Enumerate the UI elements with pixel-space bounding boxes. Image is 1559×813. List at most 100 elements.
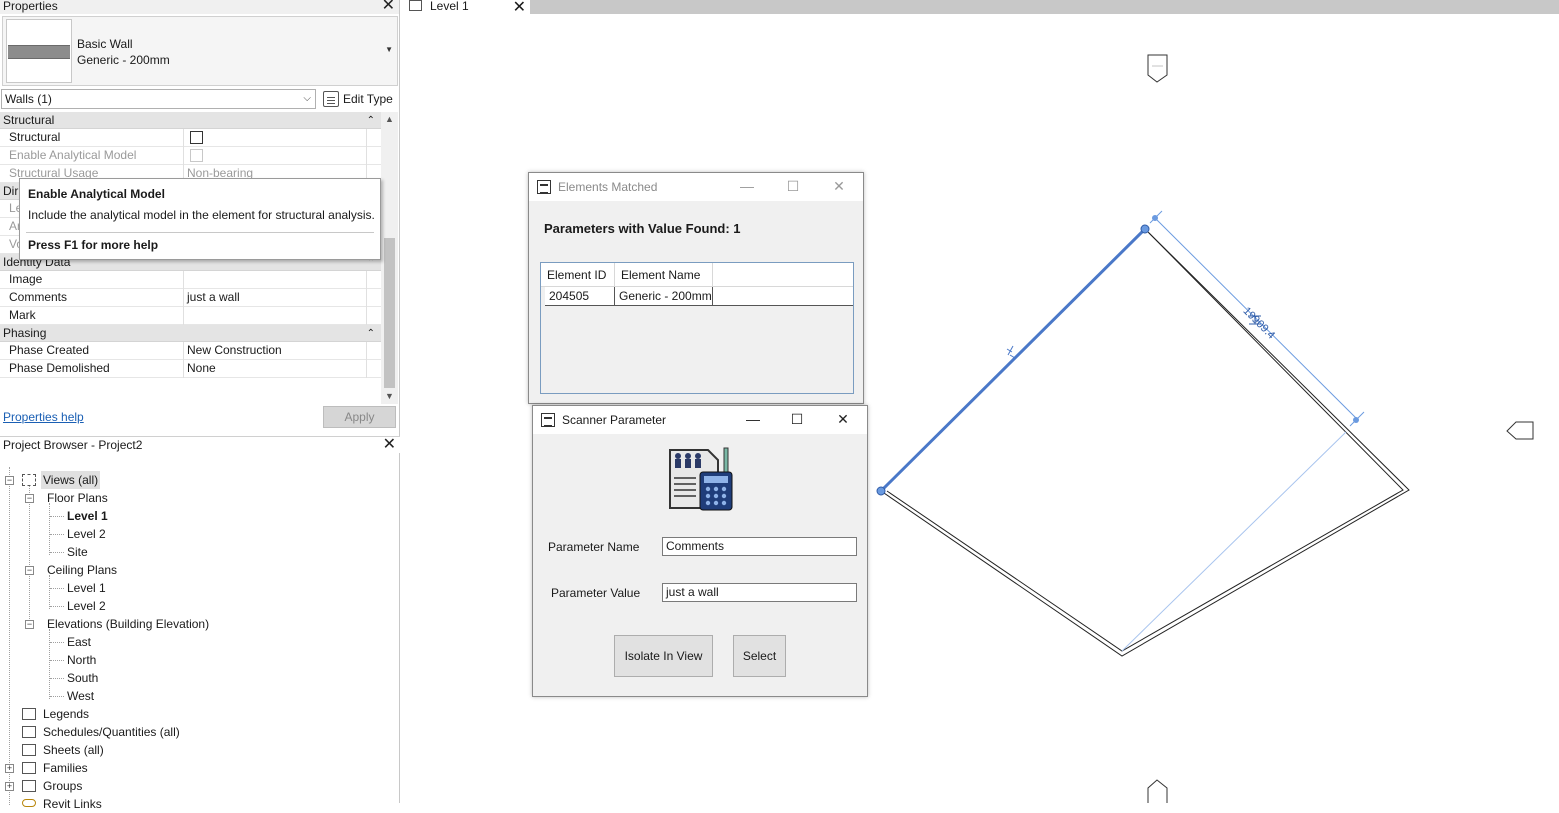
cell-element-name[interactable]: Generic - 200mm: [615, 287, 713, 306]
collapse-icon[interactable]: ⌃: [367, 325, 375, 342]
minimize-icon[interactable]: —: [732, 173, 762, 201]
properties-help-link[interactable]: Properties help: [3, 410, 84, 424]
dialog-title: Elements Matched: [558, 180, 658, 194]
walls[interactable]: [880, 228, 1410, 657]
tree-schedules[interactable]: Schedules/Quantities (all): [43, 723, 180, 741]
matched-table[interactable]: Element ID Element Name 204505 Generic -…: [540, 262, 854, 394]
param-value[interactable]: [187, 271, 367, 289]
expand-icon[interactable]: +: [5, 782, 14, 791]
elevation-marker-north[interactable]: [1147, 54, 1168, 83]
tree-ceiling-plans[interactable]: Ceiling Plans: [47, 561, 117, 579]
scroll-thumb[interactable]: [384, 238, 395, 388]
collapse-icon[interactable]: −: [5, 476, 14, 485]
view-tab-bar: [403, 0, 1559, 14]
collapse-icon[interactable]: −: [25, 494, 34, 503]
param-name: Mark: [0, 307, 184, 325]
group-structural[interactable]: Structural ⌃: [0, 112, 381, 129]
tree-guide: [49, 629, 50, 699]
category-filter-select[interactable]: Walls (1) ⌵: [1, 89, 316, 109]
close-icon[interactable]: ✕: [382, 0, 395, 14]
tree-elev-east[interactable]: East: [67, 633, 91, 651]
close-icon[interactable]: ✕: [828, 406, 858, 434]
tree-ceiling-level-2[interactable]: Level 2: [67, 597, 106, 615]
tree-sheets[interactable]: Sheets (all): [43, 741, 104, 759]
tree-ceiling-level-1[interactable]: Level 1: [67, 579, 106, 597]
row-phase-created: Phase Created New Construction: [0, 342, 381, 360]
floor-plan-icon: [409, 0, 422, 11]
expand-icon[interactable]: +: [5, 764, 14, 773]
dialog-titlebar[interactable]: Elements Matched — ☐ ✕: [529, 173, 863, 201]
param-value: [187, 129, 367, 147]
view-tab-level-1[interactable]: Level 1 ✕: [403, 0, 530, 16]
tree-floor-plans[interactable]: Floor Plans: [47, 489, 108, 507]
schedule-icon: [22, 726, 36, 738]
close-icon[interactable]: ✕: [383, 437, 396, 453]
tree-guide: [50, 660, 64, 661]
close-icon[interactable]: ✕: [824, 173, 854, 201]
elevation-marker-east[interactable]: [1506, 421, 1534, 440]
tree-floor-level-2[interactable]: Level 2: [67, 525, 106, 543]
tree-guide: [50, 534, 64, 535]
phase-created-value[interactable]: New Construction: [187, 342, 367, 360]
collapse-icon[interactable]: ⌃: [367, 112, 375, 129]
collapse-icon[interactable]: −: [25, 620, 34, 629]
views-icon: [22, 474, 36, 486]
left-dock: Properties ✕ Basic Wall Generic - 200mm …: [0, 0, 400, 811]
scroll-down-icon[interactable]: ▼: [385, 391, 394, 401]
cell-element-id[interactable]: 204505: [545, 287, 615, 306]
wall-type-preview: [6, 19, 72, 83]
properties-scrollbar[interactable]: ▲ ▼: [381, 112, 398, 404]
tree-elev-south[interactable]: South: [67, 669, 98, 687]
column-header[interactable]: Element Name: [615, 263, 713, 287]
dialog-titlebar[interactable]: Scanner Parameter — ☐ ✕: [533, 406, 867, 434]
phase-demolished-value[interactable]: None: [187, 360, 367, 378]
filter-row: Walls (1) ⌵ Edit Type: [0, 88, 400, 110]
chevron-down-icon[interactable]: ▼: [385, 45, 393, 54]
minimize-icon[interactable]: —: [738, 406, 768, 434]
column-header-empty: [713, 263, 853, 287]
edit-type-button[interactable]: Edit Type: [321, 89, 393, 109]
tree-elev-north[interactable]: North: [67, 651, 96, 669]
param-value: [187, 147, 367, 165]
collapse-icon[interactable]: −: [25, 566, 34, 575]
link-icon: [22, 799, 36, 807]
tree-revit-links[interactable]: Revit Links: [43, 795, 102, 813]
tree-groups[interactable]: Groups: [43, 777, 82, 795]
isolate-in-view-button[interactable]: Isolate In View: [614, 635, 713, 677]
tree-elev-west[interactable]: West: [67, 687, 94, 705]
parameter-value-input[interactable]: just a wall: [662, 583, 857, 602]
tree-views-all[interactable]: Views (all): [41, 471, 101, 489]
row-mark: Mark: [0, 307, 381, 325]
scroll-up-icon[interactable]: ▲: [385, 114, 394, 124]
tree-floor-site[interactable]: Site: [67, 543, 88, 561]
elevation-marker-south[interactable]: [1147, 779, 1168, 803]
structural-checkbox[interactable]: [190, 131, 203, 144]
tree-families[interactable]: Families: [43, 759, 88, 777]
project-browser-header: Project Browser - Project2 ✕: [0, 437, 400, 453]
maximize-icon[interactable]: ☐: [782, 406, 812, 434]
matched-heading: Parameters with Value Found: 1: [544, 221, 741, 236]
filter-value: Walls (1): [5, 92, 52, 106]
type-selector[interactable]: Basic Wall Generic - 200mm ▼: [2, 16, 398, 86]
parameter-name-input[interactable]: Comments: [662, 537, 857, 556]
comments-value[interactable]: just a wall: [187, 289, 367, 307]
tree-guide: [50, 552, 64, 553]
chevron-down-icon: ⌵: [303, 93, 311, 104]
selected-wall[interactable]: [876, 224, 1150, 496]
groups-icon: [22, 780, 36, 792]
group-phasing[interactable]: Phasing ⌃: [0, 325, 381, 342]
maximize-icon[interactable]: ☐: [778, 173, 808, 201]
tree-guide: [50, 516, 64, 517]
select-button[interactable]: Select: [733, 635, 786, 677]
param-name: Enable Analytical Model: [0, 147, 184, 165]
param-value[interactable]: [187, 307, 367, 325]
tree-guide: [50, 642, 64, 643]
tree-guide: [50, 588, 64, 589]
row-comments: Comments just a wall: [0, 289, 381, 307]
tree-legends[interactable]: Legends: [43, 705, 89, 723]
apply-button[interactable]: Apply: [323, 406, 396, 428]
row-enable-analytical: Enable Analytical Model: [0, 147, 381, 165]
tree-elevations[interactable]: Elevations (Building Elevation): [47, 615, 209, 633]
column-header[interactable]: Element ID: [541, 263, 615, 287]
tree-floor-level-1[interactable]: Level 1: [67, 507, 108, 525]
